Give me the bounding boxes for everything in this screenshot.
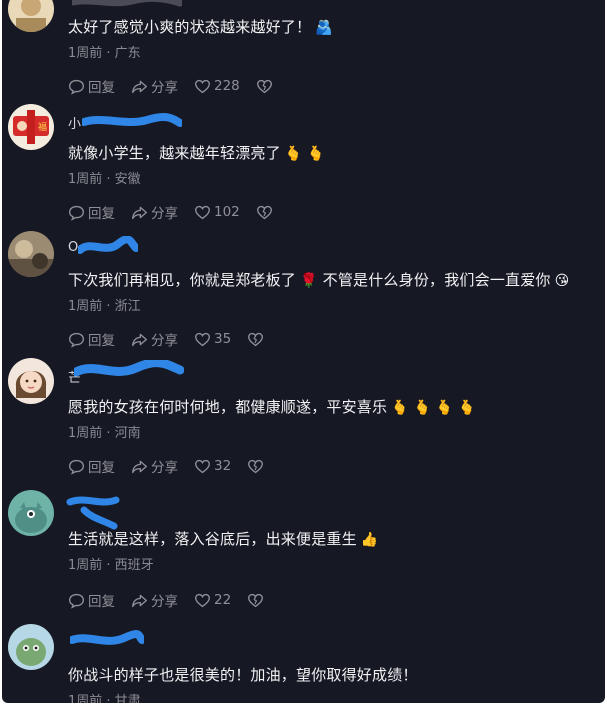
like-count: 102 — [214, 204, 240, 220]
like-button[interactable]: 35 — [194, 331, 231, 348]
user-avatar[interactable] — [8, 0, 54, 32]
share-label: 分享 — [151, 206, 178, 222]
like-button[interactable]: 102 — [194, 204, 240, 221]
user-avatar[interactable] — [8, 490, 54, 536]
user-avatar[interactable] — [8, 231, 54, 277]
reply-button[interactable]: 回复 — [68, 76, 115, 96]
reply-icon — [69, 205, 84, 221]
redaction-scribble — [66, 496, 120, 530]
comment-meta: 1周前 · 河南 — [68, 426, 141, 441]
reply-icon — [69, 593, 84, 609]
comment-meta: 1周前 · 甘肃 — [68, 694, 141, 703]
share-button[interactable]: 分享 — [131, 329, 178, 349]
share-button[interactable]: 分享 — [131, 590, 178, 610]
reply-label: 回复 — [88, 594, 115, 610]
share-button[interactable]: 分享 — [131, 202, 178, 222]
thumbs-up-emoji: 👍 — [360, 532, 379, 548]
hug-emoji: 🫂 — [315, 20, 333, 36]
reply-icon — [69, 459, 84, 475]
comment-meta: 1周前 · 浙江 — [68, 299, 141, 314]
redaction-scribble — [72, 0, 182, 7]
like-button[interactable]: 22 — [194, 592, 231, 609]
comment-actions: 回复 分享 102 — [68, 202, 276, 222]
share-label: 分享 — [151, 594, 178, 610]
comment-meta: 1周前 · 安徽 — [68, 172, 141, 187]
comment-text: 愿我的女孩在何时何地，都健康顺遂，平安喜乐 🫰 🫰 🫰 🫰 — [68, 398, 476, 416]
reply-button[interactable]: 回复 — [68, 456, 115, 476]
dislike-button[interactable] — [256, 78, 276, 95]
redaction-scribble — [82, 112, 182, 127]
comment-text: 生活就是这样，落入谷底后，出来便是重生 👍 — [68, 530, 379, 548]
broken-heart-icon — [256, 79, 272, 93]
redaction-scribble — [78, 236, 138, 254]
like-button[interactable]: 32 — [194, 458, 231, 475]
user-name[interactable]: O — [68, 240, 78, 255]
share-label: 分享 — [151, 333, 178, 349]
like-count: 32 — [214, 458, 232, 474]
kiss-emoji: 😘 — [554, 273, 570, 289]
share-button[interactable]: 分享 — [131, 456, 178, 476]
heart-icon — [195, 205, 210, 219]
broken-heart-icon — [248, 459, 264, 473]
like-count: 22 — [214, 592, 232, 608]
finger-heart-emoji: 🫰 🫰 — [284, 146, 325, 162]
comment-actions: 回复 分享 228 — [68, 76, 276, 96]
comment-list: 太好了感觉小爽的状态越来越好了！🫂 1周前 · 广东 回复 分享 228 福 — [2, 0, 605, 703]
user-avatar[interactable]: 福 — [8, 104, 54, 150]
comment-text: 太好了感觉小爽的状态越来越好了！ 🫂 — [68, 18, 333, 36]
comment-text: 下次我们再相见，你就是郑老板了 🌹 不管是什么身份，我们会一直爱你 😘 — [68, 271, 570, 289]
share-button[interactable]: 分享 — [131, 76, 178, 96]
user-avatar[interactable] — [8, 624, 54, 670]
reply-label: 回复 — [88, 333, 115, 349]
like-count: 35 — [214, 331, 232, 347]
comment-actions: 回复 分享 32 — [68, 456, 267, 476]
reply-button[interactable]: 回复 — [68, 329, 115, 349]
comment-actions: 回复 分享 22 — [68, 590, 267, 610]
reply-button[interactable]: 回复 — [68, 202, 115, 222]
reply-button[interactable]: 回复 — [68, 590, 115, 610]
reply-label: 回复 — [88, 206, 115, 222]
like-button[interactable]: 228 — [194, 78, 240, 95]
broken-heart-icon — [248, 593, 264, 607]
heart-icon — [195, 593, 210, 607]
share-icon — [132, 594, 147, 607]
like-count: 228 — [214, 78, 240, 94]
share-icon — [132, 206, 147, 219]
reply-icon — [69, 332, 84, 348]
heart-icon — [195, 332, 210, 346]
user-avatar[interactable] — [8, 358, 54, 404]
share-label: 分享 — [151, 80, 178, 96]
share-icon — [132, 333, 147, 346]
heart-icon — [195, 79, 210, 93]
dislike-button[interactable] — [247, 592, 267, 609]
heart-icon — [195, 459, 210, 473]
broken-heart-icon — [248, 332, 264, 346]
dislike-button[interactable] — [247, 331, 267, 348]
share-icon — [132, 460, 147, 473]
redaction-scribble — [70, 630, 144, 645]
share-label: 分享 — [151, 460, 178, 476]
rose-emoji: 🌹 — [300, 273, 318, 289]
broken-heart-icon — [256, 205, 272, 219]
svg-text:福: 福 — [38, 121, 47, 133]
dislike-button[interactable] — [256, 204, 276, 221]
reply-icon — [69, 79, 84, 95]
redaction-scribble — [74, 360, 184, 377]
finger-heart-emoji: 🫰 🫰 🫰 🫰 — [391, 400, 476, 416]
comment-meta: 1周前 · 西班牙 — [68, 558, 154, 573]
share-icon — [132, 80, 147, 93]
dislike-button[interactable] — [247, 458, 267, 475]
comment-text: 就像小学生，越来越年轻漂亮了 🫰 🫰 — [68, 144, 325, 162]
comment-meta: 1周前 · 广东 — [68, 46, 141, 61]
user-name[interactable]: 小 — [68, 113, 81, 132]
comment-text: 你战斗的样子也是很美的！加油，望你取得好成绩！ — [68, 666, 418, 684]
reply-label: 回复 — [88, 460, 115, 476]
comment-actions: 回复 分享 35 — [68, 329, 267, 349]
reply-label: 回复 — [88, 80, 115, 96]
